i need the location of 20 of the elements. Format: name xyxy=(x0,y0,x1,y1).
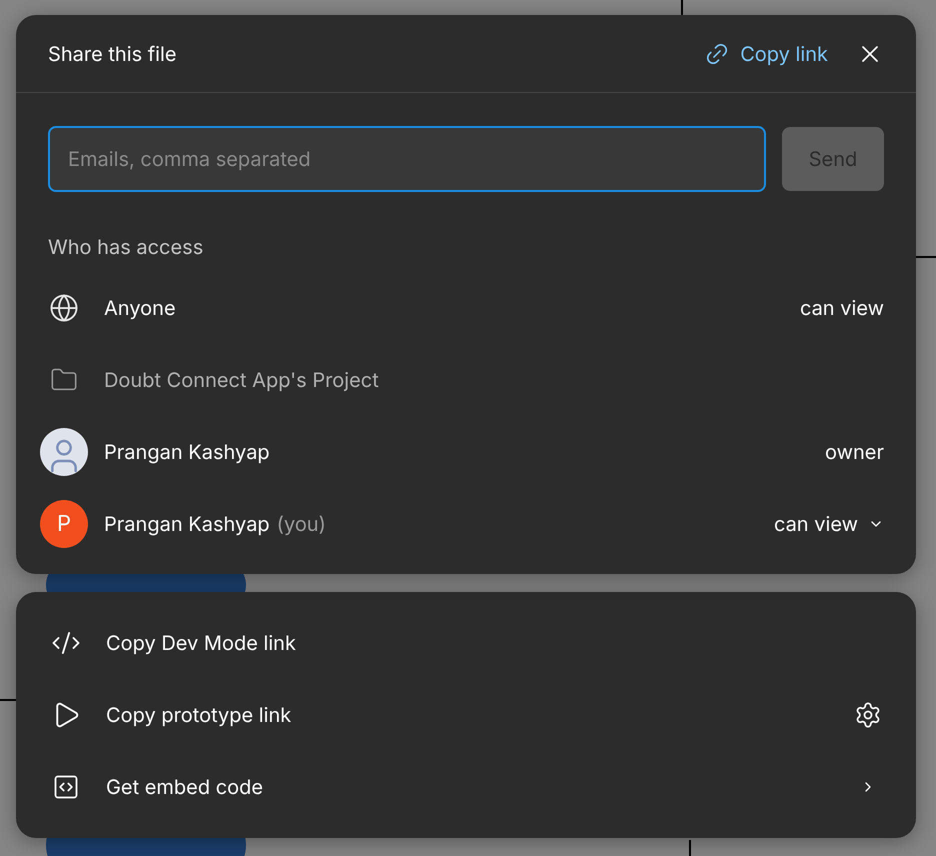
member-note: (you) xyxy=(276,511,326,538)
section-heading: Who has access xyxy=(47,234,204,261)
menu-item[interactable]: Copy prototype link xyxy=(16,679,916,751)
member-name: Prangan Kashyap xyxy=(104,439,270,466)
copy-link-button[interactable]: Copy link xyxy=(704,38,828,68)
embed-icon xyxy=(52,773,80,801)
member-name: Doubt Connect App's Project xyxy=(104,367,379,394)
avatar: P xyxy=(40,500,88,548)
member-name: Anyone xyxy=(104,295,176,322)
menu-item[interactable]: Copy Dev Mode link xyxy=(16,607,916,679)
member-role: owner xyxy=(824,439,884,466)
member-name: Prangan Kashyap xyxy=(104,511,270,538)
dialog-title: Share this file xyxy=(48,40,178,68)
settings-icon[interactable] xyxy=(854,701,882,729)
role-dropdown[interactable]: can view xyxy=(774,509,884,539)
avatar-photo xyxy=(40,428,88,476)
menu-item[interactable]: Get embed code xyxy=(16,751,916,823)
globe-icon xyxy=(49,293,79,323)
email-field[interactable]: Emails, comma separated xyxy=(48,126,766,192)
member-role: can view xyxy=(800,295,884,322)
